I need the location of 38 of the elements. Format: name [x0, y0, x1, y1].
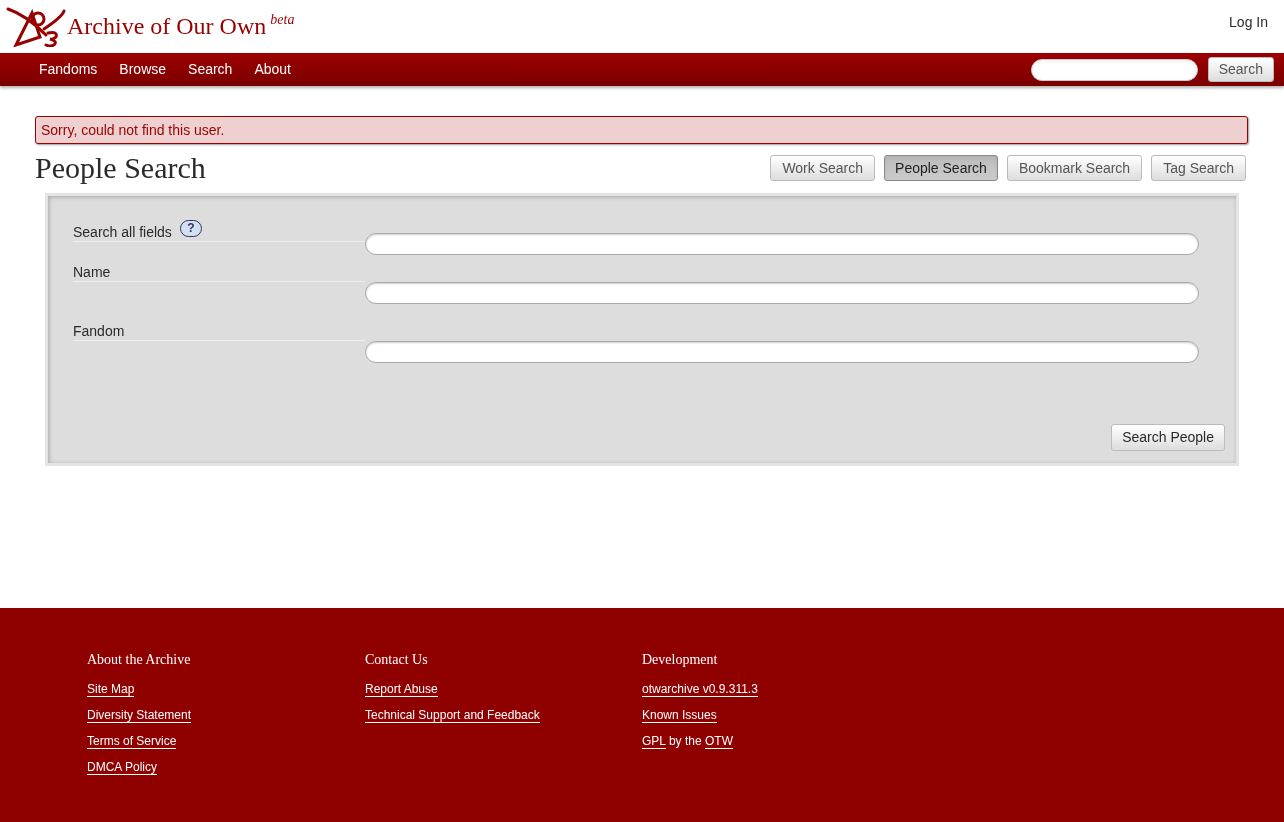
- field-label: Search all fields: [73, 223, 172, 241]
- logo-icon[interactable]: [6, 5, 66, 47]
- license-text: GPL by the OTW: [642, 734, 733, 749]
- footer-link[interactable]: GPL: [642, 734, 666, 749]
- page-title: People Search: [35, 150, 206, 186]
- footer-link[interactable]: DMCA Policy: [87, 760, 157, 775]
- help-button[interactable]: ?: [179, 220, 202, 237]
- text-field[interactable]: [365, 282, 1199, 304]
- search-tab[interactable]: People Search: [884, 155, 998, 181]
- search-tab[interactable]: Tag Search: [1151, 155, 1246, 181]
- error-message: Sorry, could not find this user.: [35, 116, 1248, 144]
- footer-link[interactable]: Technical Support and Feedback: [365, 708, 540, 723]
- footer-link[interactable]: Known Issues: [642, 708, 717, 723]
- footer-link[interactable]: Report Abuse: [365, 682, 438, 697]
- beta-label: beta: [270, 12, 295, 28]
- footer-link[interactable]: OTW: [704, 734, 733, 749]
- search-people-button[interactable]: Search People: [1111, 424, 1225, 451]
- footer-heading: Contact Us: [365, 651, 429, 669]
- site-title[interactable]: Archive of Our Own: [67, 14, 267, 38]
- search-button[interactable]: Search: [1207, 57, 1274, 82]
- footer-link[interactable]: Terms of Service: [87, 734, 177, 749]
- search-field[interactable]: [1030, 58, 1198, 81]
- footer-link[interactable]: Site Map: [87, 682, 135, 697]
- nav-link[interactable]: Fandoms: [28, 59, 109, 80]
- footer-heading: About the Archive: [87, 651, 192, 669]
- footer-link[interactable]: Diversity Statement: [87, 708, 192, 723]
- login-link[interactable]: Log In: [1229, 12, 1268, 33]
- footer-heading: Development: [642, 651, 719, 669]
- footer-link[interactable]: otwarchive v0.9.311.3: [642, 682, 758, 697]
- field-label: Name: [73, 263, 111, 281]
- text-field[interactable]: [365, 233, 1199, 255]
- nav-link[interactable]: Search: [177, 59, 244, 80]
- field-label: Fandom: [73, 322, 125, 340]
- text-field[interactable]: [365, 341, 1199, 363]
- search-tab[interactable]: Bookmark Search: [1006, 155, 1143, 181]
- search-tab[interactable]: Work Search: [770, 155, 876, 181]
- nav-link[interactable]: Browse: [108, 59, 178, 80]
- nav-link[interactable]: About: [243, 59, 302, 80]
